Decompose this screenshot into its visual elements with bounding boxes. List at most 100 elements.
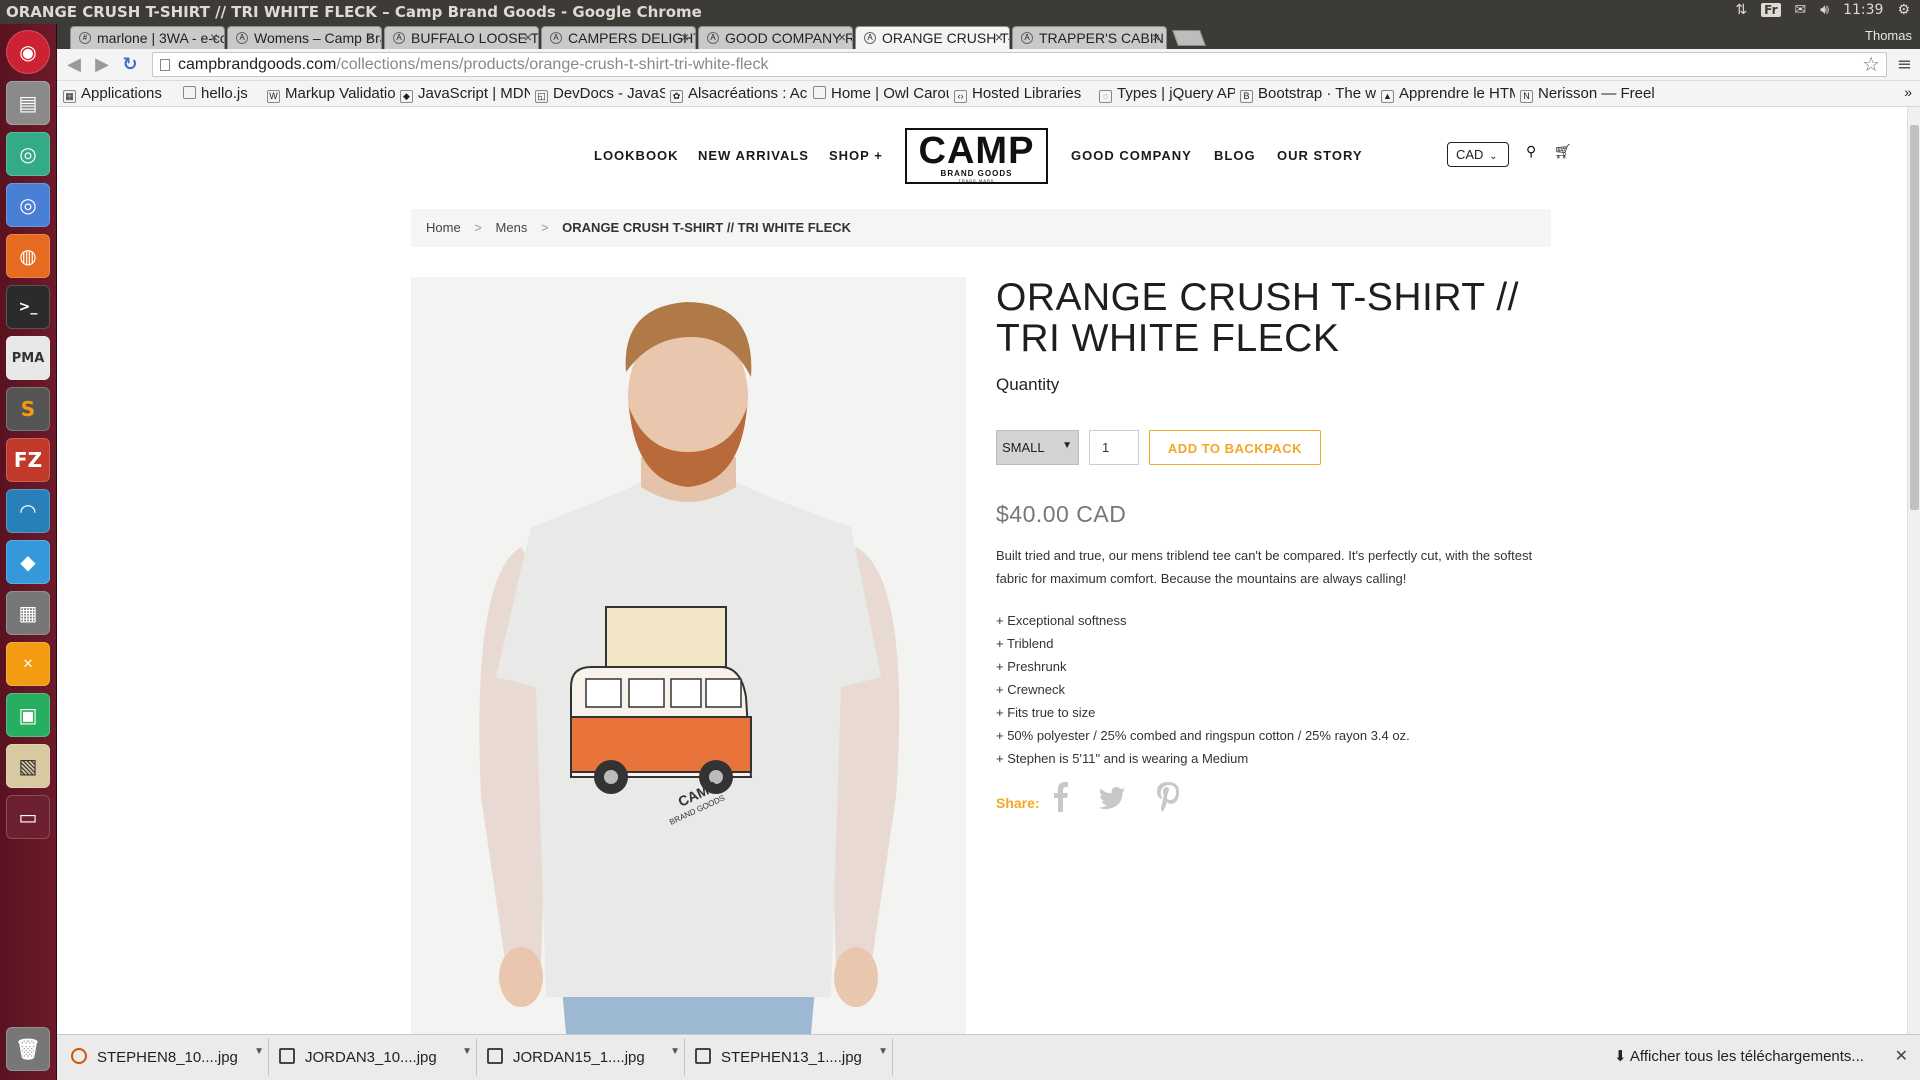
back-icon[interactable]: ◀: [63, 54, 85, 76]
calculator-icon[interactable]: ▦: [6, 591, 50, 635]
product-photo[interactable]: CAMP BRAND GOODS: [411, 277, 966, 1034]
mail-icon[interactable]: ✉: [1795, 2, 1807, 18]
breadcrumb-mens[interactable]: Mens: [496, 220, 528, 235]
file-manager-icon[interactable]: ▤: [6, 81, 50, 125]
chromium-icon[interactable]: ◎: [6, 183, 50, 227]
close-icon[interactable]: ×: [524, 29, 532, 45]
firefox-icon[interactable]: ◍: [6, 234, 50, 278]
nav-new-arrivals[interactable]: NEW ARRIVALS: [698, 148, 809, 163]
chrome-icon[interactable]: ◎: [6, 132, 50, 176]
terminal-icon[interactable]: >_: [6, 285, 50, 329]
close-icon[interactable]: ×: [1152, 29, 1160, 45]
toolbar: ◀ ▶ ↻ campbrandgoods.com/collections/men…: [57, 49, 1920, 81]
download-item[interactable]: STEPHEN8_10....jpg ▼: [61, 1038, 269, 1076]
dropbox-icon[interactable]: ◆: [6, 540, 50, 584]
bookmark-apprendre-html[interactable]: ▲ Apprendre le HTM: [1381, 85, 1515, 103]
remmina-icon[interactable]: ◠: [6, 489, 50, 533]
workspace-switcher-icon[interactable]: ▭: [6, 795, 50, 839]
page-scrollbar[interactable]: [1907, 107, 1920, 1034]
chevron-down-icon[interactable]: ▼: [254, 1046, 264, 1057]
facebook-icon[interactable]: [1053, 782, 1069, 812]
reload-icon[interactable]: ↻: [119, 54, 141, 76]
tab-campers-delight[interactable]: A CAMPERS DELIGHT L ×: [541, 26, 696, 49]
quantity-input[interactable]: 1: [1089, 430, 1139, 465]
bookmark-star-icon[interactable]: ☆: [1862, 52, 1880, 76]
nav-lookbook[interactable]: LOOKBOOK: [594, 148, 679, 163]
filezilla-icon[interactable]: FZ: [6, 438, 50, 482]
nav-shop[interactable]: SHOP +: [829, 148, 883, 163]
tab-trappers-cabin[interactable]: A TRAPPER'S CABIN T- ×: [1012, 26, 1167, 49]
search-icon[interactable]: ⚲: [1526, 143, 1536, 160]
pinterest-icon[interactable]: [1157, 782, 1179, 812]
tab-marlone[interactable]: # marlone | 3WA - e-co ×: [70, 26, 225, 49]
cube-app-icon[interactable]: ▣: [6, 693, 50, 737]
nav-good-company[interactable]: GOOD COMPANY: [1071, 148, 1192, 163]
close-icon[interactable]: ×: [838, 29, 846, 45]
camp-logo[interactable]: CAMP BRAND GOODS TRADE MARK: [905, 128, 1048, 184]
address-bar[interactable]: campbrandgoods.com/collections/mens/prod…: [152, 52, 1887, 77]
breadcrumb-home[interactable]: Home: [426, 220, 461, 235]
close-icon[interactable]: ×: [995, 29, 1003, 45]
camp-icon: A: [864, 32, 876, 44]
image-file-icon: [71, 1048, 87, 1064]
sublime-text-icon[interactable]: S: [6, 387, 50, 431]
new-tab-button[interactable]: [1172, 30, 1206, 46]
sdz-icon: ▲: [1381, 90, 1394, 103]
forward-icon[interactable]: ▶: [91, 54, 113, 76]
tab-good-company[interactable]: A GOOD COMPANY RA ×: [698, 26, 853, 49]
keyboard-layout-indicator[interactable]: Fr: [1761, 3, 1781, 17]
nav-blog[interactable]: BLOG: [1214, 148, 1256, 163]
bookmark-label: hello.js: [201, 85, 248, 102]
profile-name[interactable]: Thomas: [1865, 28, 1912, 43]
bookmark-hellojs[interactable]: hello.js: [183, 85, 263, 102]
bookmark-jquery[interactable]: ◌ Types | jQuery AP: [1099, 85, 1235, 103]
cart-icon[interactable]: 🛒︎: [1554, 143, 1572, 160]
tab-buffalo[interactable]: A BUFFALO LOOSE T-S ×: [384, 26, 539, 49]
bookmark-hosted-libraries[interactable]: ‹› Hosted Libraries: [954, 85, 1094, 103]
trash-icon[interactable]: 🗑︎: [6, 1027, 50, 1071]
dash-home-icon[interactable]: ◉: [6, 30, 50, 74]
window-title: ORANGE CRUSH T-SHIRT // TRI WHITE FLECK …: [6, 3, 702, 21]
bookmark-alsacreations[interactable]: ✿ Alsacréations : Ac: [670, 85, 808, 103]
chevron-down-icon[interactable]: ▼: [670, 1046, 680, 1057]
close-icon[interactable]: ×: [210, 29, 218, 45]
nav-our-story[interactable]: OUR STORY: [1277, 148, 1363, 163]
download-item[interactable]: JORDAN3_10....jpg ▼: [269, 1038, 477, 1076]
close-icon[interactable]: ×: [367, 29, 375, 45]
tab-womens[interactable]: A Womens – Camp Bra ×: [227, 26, 382, 49]
add-to-backpack-button[interactable]: ADD TO BACKPACK: [1149, 430, 1321, 465]
scrollbar-thumb[interactable]: [1910, 125, 1919, 510]
bookmark-devdocs[interactable]: ◱ DevDocs - JavaSc: [535, 85, 665, 103]
bookmark-bootstrap[interactable]: B Bootstrap · The w: [1240, 85, 1376, 103]
menu-icon[interactable]: ≡: [1897, 54, 1912, 75]
url-path: /collections/mens/products/orange-crush-…: [336, 56, 769, 73]
feature-item: + Exceptional softness: [996, 613, 1127, 628]
gear-icon[interactable]: ⚙: [1897, 2, 1910, 18]
bookmark-nerisson[interactable]: N Nerisson — Freel: [1520, 85, 1660, 103]
download-item[interactable]: JORDAN15_1....jpg ▼: [477, 1038, 685, 1076]
download-icon: ⬇: [1614, 1048, 1627, 1065]
tab-orange-crush[interactable]: A ORANGE CRUSH T-SH ×: [855, 26, 1010, 49]
bookmark-owl-carousel[interactable]: Home | Owl Carou: [813, 85, 949, 102]
phpmyadmin-icon[interactable]: PMA: [6, 336, 50, 380]
network-icon[interactable]: ⇅: [1735, 2, 1747, 18]
chevron-down-icon[interactable]: ▼: [878, 1046, 888, 1057]
browser-window: # marlone | 3WA - e-co × A Womens – Camp…: [57, 24, 1920, 1080]
volume-icon[interactable]: 🔊︎: [1820, 2, 1829, 18]
close-icon[interactable]: ✕: [1895, 1046, 1908, 1066]
size-select[interactable]: SMALL ▼: [996, 430, 1079, 465]
bookmark-markup-validation[interactable]: W Markup Validatio: [267, 85, 395, 103]
show-all-downloads-link[interactable]: ⬇ Afficher tous les téléchargements...: [1614, 1047, 1864, 1065]
twitter-icon[interactable]: [1099, 787, 1125, 809]
xchat-icon[interactable]: ✕: [6, 642, 50, 686]
download-item[interactable]: STEPHEN13_1....jpg ▼: [685, 1038, 893, 1076]
clock[interactable]: 11:39: [1843, 2, 1883, 18]
currency-select[interactable]: CAD ⌄: [1447, 142, 1509, 167]
chevron-down-icon[interactable]: ▼: [462, 1046, 472, 1057]
bookmark-mdn[interactable]: ◆ JavaScript | MDN: [400, 85, 530, 103]
bookmark-applications[interactable]: ▦ Applications: [63, 85, 171, 103]
image-viewer-icon[interactable]: ▧: [6, 744, 50, 788]
bootstrap-icon: B: [1240, 90, 1253, 103]
bookmarks-overflow-icon[interactable]: »: [1904, 84, 1912, 100]
close-icon[interactable]: ×: [681, 29, 689, 45]
